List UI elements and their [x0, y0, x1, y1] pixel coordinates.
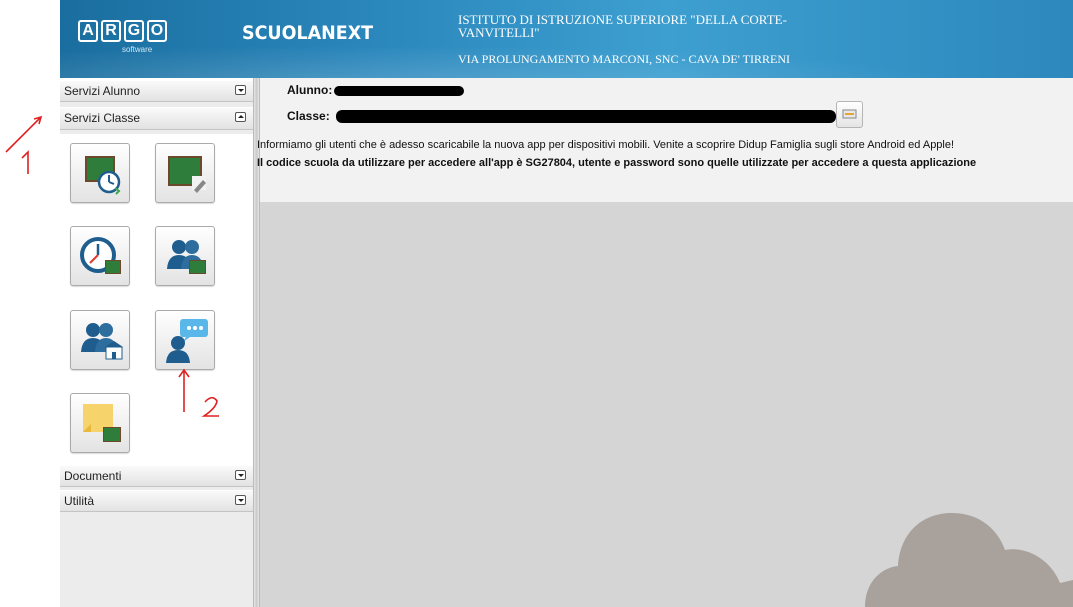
- section-label: Documenti: [64, 469, 122, 483]
- logo-subtitle: software: [122, 45, 153, 54]
- redacted-student-name: [334, 86, 464, 96]
- teacher-message-tile[interactable]: [155, 310, 215, 370]
- section-servizi-classe[interactable]: Servizi Classe: [60, 107, 253, 130]
- argo-logo: A R G O: [78, 20, 167, 42]
- class-board-edit-tile[interactable]: [155, 143, 215, 203]
- logo-letter-r: R: [101, 20, 121, 42]
- section-label: Utilità: [64, 494, 95, 508]
- class-students-icon: [167, 240, 206, 274]
- section-utilita[interactable]: Utilità: [60, 490, 253, 512]
- redacted-class-name: [336, 110, 836, 123]
- left-margin: [0, 0, 60, 607]
- expand-icon[interactable]: [235, 495, 246, 505]
- timetable-clock-tile[interactable]: [70, 226, 130, 286]
- print-icon: [842, 109, 857, 119]
- expand-icon[interactable]: [235, 470, 246, 480]
- class-schedule-tile[interactable]: [70, 143, 130, 203]
- section-label: Servizi Classe: [64, 111, 141, 125]
- school-address: VIA PROLUNGAMENTO MARCONI, SNC - CAVA DE…: [458, 52, 790, 66]
- logo-letter-g: G: [124, 20, 144, 42]
- class-notes-icon: [83, 404, 121, 442]
- alunno-label: Alunno:: [287, 83, 333, 97]
- class-notes-tile[interactable]: [70, 393, 130, 453]
- logo-letter-o: O: [147, 20, 167, 42]
- class-board-edit-icon: [168, 156, 206, 193]
- sidebar: Servizi Alunno Servizi Classe Documenti …: [60, 80, 254, 607]
- school-name: ISTITUTO DI ISTRUZIONE SUPERIORE "DELLA …: [458, 12, 787, 40]
- app-school-code-info: Il codice scuola da utilizzare per acced…: [257, 157, 977, 169]
- school-students-tile[interactable]: [70, 310, 130, 370]
- annotation-mark-2: [178, 368, 219, 417]
- teacher-message-icon: [166, 319, 208, 363]
- print-button[interactable]: [836, 101, 863, 128]
- section-servizi-alunno[interactable]: Servizi Alunno: [60, 80, 253, 102]
- class-students-tile[interactable]: [155, 226, 215, 286]
- class-schedule-icon: [85, 156, 121, 195]
- section-documenti[interactable]: Documenti: [60, 465, 253, 487]
- section-label: Servizi Alunno: [64, 84, 141, 98]
- school-students-icon: [81, 323, 123, 360]
- product-name: SCUOLANEXT: [242, 22, 374, 44]
- collapse-icon[interactable]: [235, 112, 246, 122]
- timetable-clock-icon: [80, 237, 121, 274]
- expand-icon[interactable]: [235, 85, 246, 95]
- app-header: A R G O software SCUOLANEXT ISTITUTO DI …: [60, 0, 1073, 78]
- classe-label: Classe:: [287, 109, 330, 123]
- logo-letter-a: A: [78, 20, 98, 42]
- annotation-mark-1: [5, 115, 43, 174]
- app-announcement: Informiamo gli utenti che è adesso scari…: [257, 139, 955, 151]
- student-info-panel: Alunno: Classe: Informiamo gli utenti ch…: [257, 78, 1073, 203]
- cloud-decoration: [865, 513, 1073, 607]
